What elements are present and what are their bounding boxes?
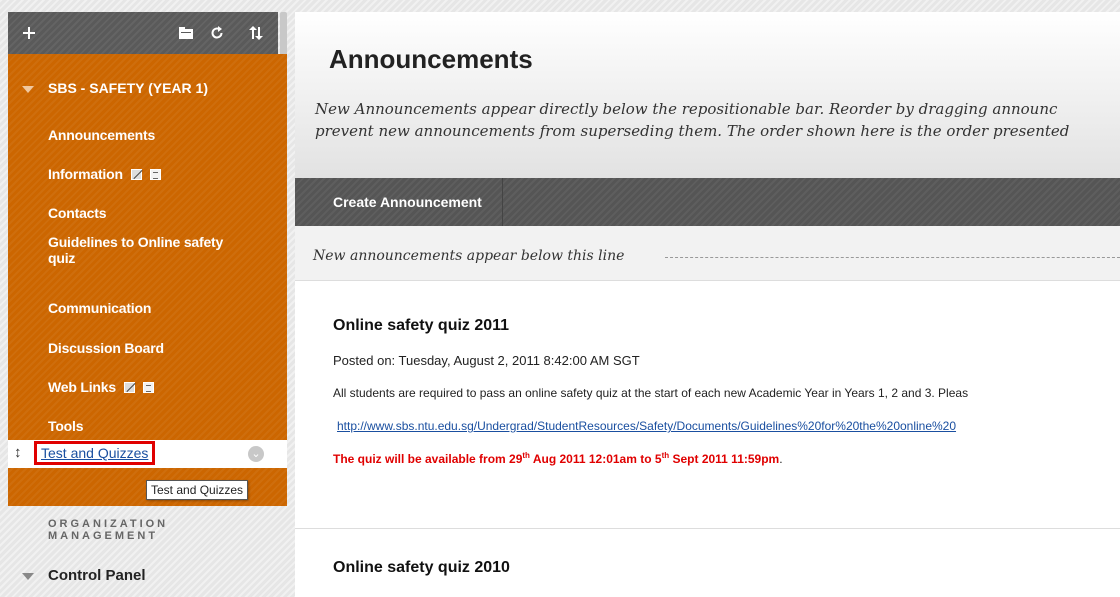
repositionable-bar[interactable]: New announcements appear below this line (295, 226, 1120, 281)
announcement-divider (295, 528, 1120, 529)
menu-item-label: Contacts (48, 205, 107, 221)
organization-management-heading: ORGANIZATION MANAGEMENT (48, 518, 169, 542)
folder-icon (179, 27, 193, 39)
menu-item-announcements[interactable]: Announcements (48, 127, 155, 143)
menu-item-tools[interactable]: Tools (48, 418, 83, 434)
menu-item-label: Announcements (48, 127, 156, 143)
dashed-divider (665, 257, 1120, 258)
add-menu-item-button[interactable] (18, 12, 40, 54)
alert-text: The quiz will be available from 29 (333, 452, 523, 466)
menu-item-information[interactable]: Information (48, 166, 161, 182)
create-announcement-button[interactable]: Create Announcement (295, 178, 503, 226)
control-panel-label: Control Panel (48, 567, 146, 584)
menu-item-communication[interactable]: Communication (48, 300, 151, 316)
announcement-list: Online safety quiz 2011 Posted on: Tuesd… (295, 281, 1120, 597)
sort-icon (249, 26, 263, 40)
sidebar-scrollbar[interactable] (280, 12, 287, 60)
plus-icon (23, 27, 35, 39)
page-title: Announcements (329, 44, 533, 74)
course-title[interactable]: SBS - SAFETY (YEAR 1) (22, 80, 208, 96)
page-description: New Announcements appear directly below … (315, 98, 1120, 142)
page-description-line: New Announcements appear directly below … (315, 100, 1058, 118)
menu-item-label: Guidelines to Online safety quiz (48, 234, 224, 266)
menu-item-test-and-quizzes[interactable]: ↕ Test and Quizzes ⌄ (8, 440, 287, 468)
alert-text: Sept 2011 11:59pm (669, 452, 780, 466)
menu-item-label: Information (48, 166, 123, 182)
chevron-down-icon[interactable]: ⌄ (248, 446, 264, 462)
refresh-button[interactable] (206, 12, 228, 54)
announcement-title: Online safety quiz 2010 (333, 559, 510, 576)
announcement-posted-date: Posted on: Tuesday, August 2, 2011 8:42:… (333, 353, 640, 368)
menu-item-web-links[interactable]: Web Links (48, 379, 154, 395)
hidden-item-icon (130, 169, 142, 180)
main-content: Announcements New Announcements appear d… (295, 12, 1120, 597)
control-panel-heading[interactable]: Control Panel (22, 567, 146, 584)
folder-view-button[interactable] (174, 12, 198, 54)
reorder-button[interactable] (244, 12, 268, 54)
alert-text: Aug 2011 12:01am to 5 (529, 452, 662, 466)
menu-item-label: Tools (48, 418, 84, 434)
collapse-triangle-icon (22, 572, 34, 580)
menu-item-contacts[interactable]: Contacts (48, 205, 106, 221)
menu-item-discussion-board[interactable]: Discussion Board (48, 340, 164, 356)
test-and-quizzes-link[interactable]: Test and Quizzes (34, 441, 156, 465)
alert-superscript: th (661, 451, 670, 460)
announcement-link[interactable]: http://www.sbs.ntu.edu.sg/Undergrad/Stud… (337, 419, 956, 433)
drag-handle-icon[interactable]: ↕ (14, 444, 22, 461)
content-page-icon (142, 382, 154, 393)
action-bar: Create Announcement (295, 178, 1120, 226)
course-menu-toolbar (8, 12, 278, 54)
menu-item-label: Discussion Board (48, 340, 164, 356)
announcement-body: All students are required to pass an onl… (333, 386, 969, 400)
tooltip: Test and Quizzes (146, 480, 249, 500)
alert-tail: . (779, 452, 783, 466)
course-menu-sidebar: SBS - SAFETY (YEAR 1) Announcements Info… (8, 12, 287, 597)
menu-item-label: Web Links (48, 379, 116, 395)
menu-item-guidelines[interactable]: Guidelines to Online safety quiz (48, 234, 248, 266)
course-title-text: SBS - SAFETY (YEAR 1) (48, 80, 208, 96)
refresh-icon (211, 26, 223, 39)
menu-item-label: Communication (48, 300, 152, 316)
page-description-line: prevent new announcements from supersedi… (315, 122, 1070, 140)
alert-superscript: th (522, 451, 530, 460)
announcement-title: Online safety quiz 2011 (333, 317, 510, 334)
reposition-bar-label: New announcements appear below this line (313, 248, 625, 264)
announcement-alert: The quiz will be available from 29th Aug… (333, 451, 783, 466)
course-menu-panel: SBS - SAFETY (YEAR 1) Announcements Info… (8, 54, 287, 506)
page-header: Announcements New Announcements appear d… (295, 12, 1120, 178)
hidden-item-icon (123, 382, 135, 393)
collapse-triangle-icon (22, 85, 34, 93)
content-page-icon (149, 169, 161, 180)
